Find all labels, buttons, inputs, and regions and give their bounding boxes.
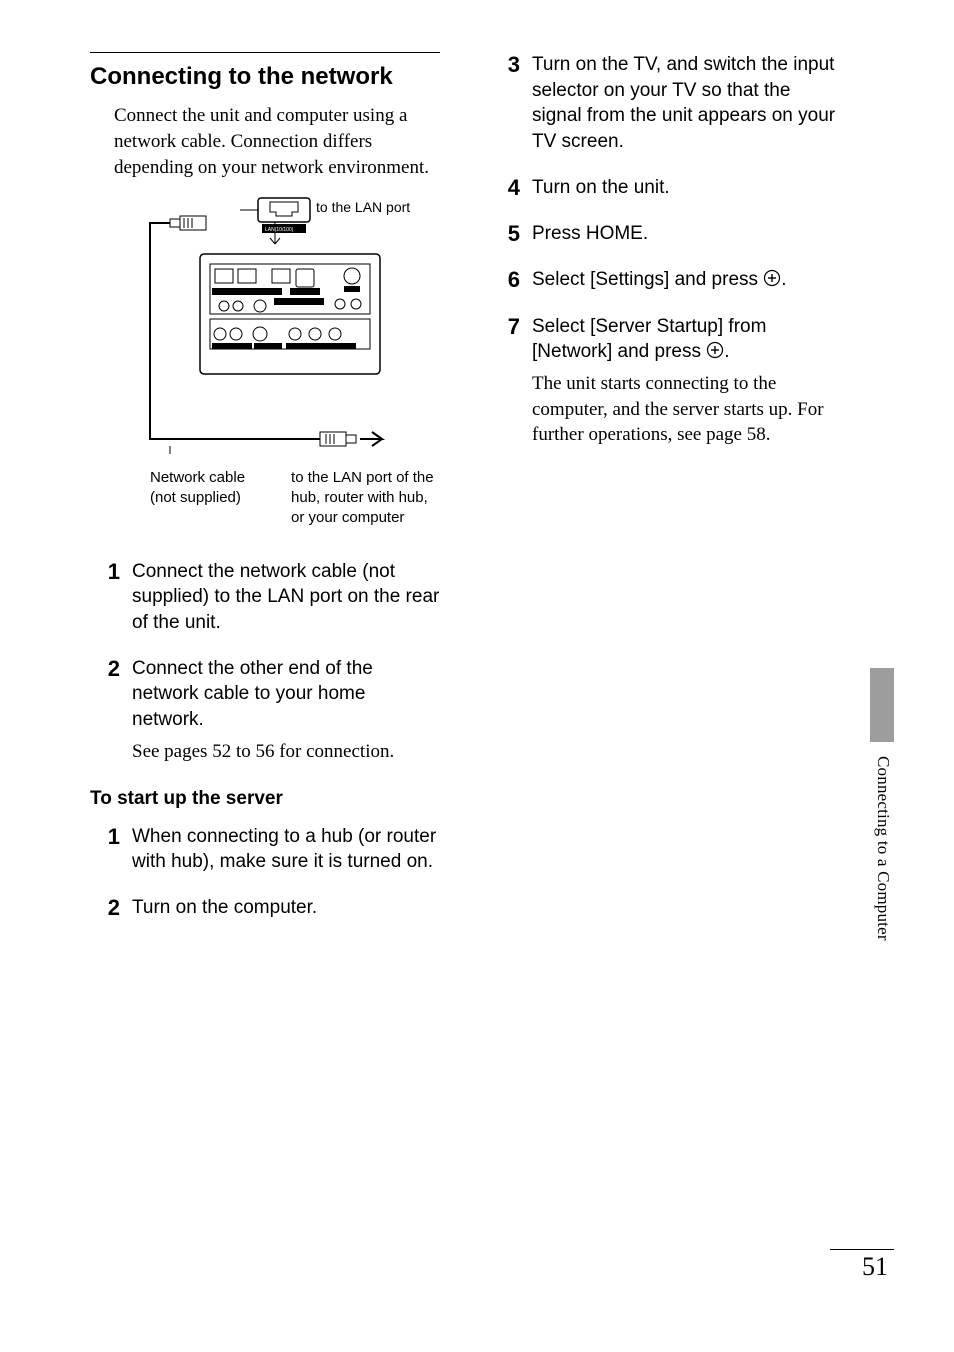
- step-item: 2 Connect the other end of the network c…: [90, 656, 440, 765]
- step-text: Turn on the unit.: [532, 175, 840, 201]
- step-number: 3: [490, 52, 532, 155]
- step-number: 6: [490, 267, 532, 293]
- step-text: Turn on the TV, and switch the input sel…: [532, 52, 840, 155]
- section-tab: [870, 668, 894, 742]
- sub-heading: To start up the server: [90, 786, 440, 812]
- right-column: 3 Turn on the TV, and switch the input s…: [490, 52, 840, 942]
- connection-diagram: to the LAN port LAN(10/100): [120, 194, 440, 528]
- step-text: Select [Server Startup] from [Network] a…: [532, 314, 840, 448]
- step-number: 1: [90, 559, 132, 636]
- step-text: Connect the other end of the network cab…: [132, 656, 440, 765]
- step-text-post: .: [781, 269, 786, 290]
- step-text: Press HOME.: [532, 221, 840, 247]
- step-item: 4 Turn on the unit.: [490, 175, 840, 201]
- step-note: The unit starts connecting to the comput…: [532, 371, 840, 448]
- steps-connection: 1 Connect the network cable (not supplie…: [90, 559, 440, 764]
- left-column: Connecting to the network Connect the un…: [90, 52, 440, 942]
- enter-icon: [763, 269, 781, 287]
- content-columns: Connecting to the network Connect the un…: [90, 52, 894, 942]
- step-item: 7 Select [Server Startup] from [Network]…: [490, 314, 840, 448]
- step-text-pre: Select [Settings] and press: [532, 269, 763, 290]
- step-item: 2 Turn on the computer.: [90, 895, 440, 921]
- enter-icon: [706, 341, 724, 359]
- step-item: 3 Turn on the TV, and switch the input s…: [490, 52, 840, 155]
- step-text-post: .: [724, 341, 729, 362]
- step-item: 5 Press HOME.: [490, 221, 840, 247]
- section-rule: [90, 52, 440, 53]
- step-number: 1: [90, 824, 132, 875]
- step-text: Connect the network cable (not supplied)…: [132, 559, 440, 636]
- steps-startup-a: 1 When connecting to a hub (or router wi…: [90, 824, 440, 922]
- step-text: When connecting to a hub (or router with…: [132, 824, 440, 875]
- lan-chip-label: LAN(10/100): [265, 227, 294, 233]
- step-item: 6 Select [Settings] and press .: [490, 267, 840, 293]
- step-number: 5: [490, 221, 532, 247]
- step-number: 2: [90, 656, 132, 765]
- diagram-caption-left: Network cable (not supplied): [150, 468, 271, 529]
- step-number: 4: [490, 175, 532, 201]
- step-text: Turn on the computer.: [132, 895, 440, 921]
- step-text: Select [Settings] and press .: [532, 267, 840, 293]
- diagram-svg: to the LAN port LAN(10/100): [120, 194, 440, 454]
- page: Connecting to the network Connect the un…: [0, 0, 954, 1352]
- step-note: See pages 52 to 56 for connection.: [132, 739, 440, 765]
- diagram-captions: Network cable (not supplied) to the LAN …: [120, 468, 440, 529]
- ethernet-plug-icon: [170, 216, 206, 230]
- diagram-caption-right: to the LAN port of the hub, router with …: [291, 468, 440, 529]
- page-number: 51: [862, 1249, 888, 1284]
- step-item: 1 When connecting to a hub (or router wi…: [90, 824, 440, 875]
- steps-startup-b: 3 Turn on the TV, and switch the input s…: [490, 52, 840, 448]
- step-text-pre: Select [Server Startup] from [Network] a…: [532, 316, 766, 363]
- section-title: Connecting to the network: [90, 61, 440, 93]
- ethernet-plug-icon: [320, 432, 356, 446]
- step-number: 7: [490, 314, 532, 448]
- step-number: 2: [90, 895, 132, 921]
- lan-port-label: to the LAN port: [316, 199, 410, 215]
- section-side-label: Connecting to a Computer: [871, 752, 894, 941]
- step-item: 1 Connect the network cable (not supplie…: [90, 559, 440, 636]
- step-main: Connect the other end of the network cab…: [132, 658, 373, 730]
- section-intro: Connect the unit and computer using a ne…: [114, 103, 440, 180]
